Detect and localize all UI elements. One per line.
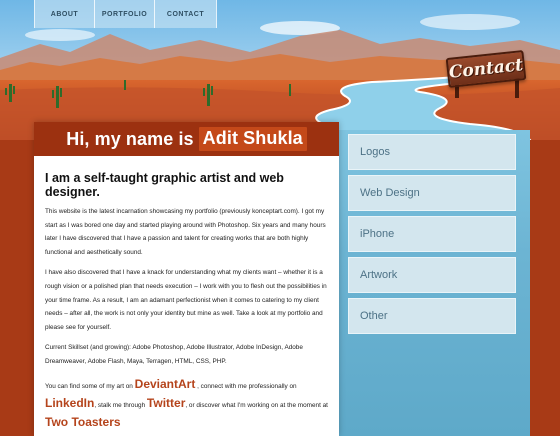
nav-about-link[interactable]: ABOUT [35, 0, 95, 28]
links-text-1: You can find some of my art on [45, 382, 133, 390]
twitter-link[interactable]: Twitter [147, 396, 185, 410]
deviantart-link[interactable]: DeviantArt [135, 377, 196, 391]
category-other[interactable]: Other [348, 298, 516, 334]
intro-banner: Hi, my name is Adit Shukla [34, 122, 339, 156]
category-logos[interactable]: Logos [348, 134, 516, 170]
linkedin-link[interactable]: LinkedIn [45, 396, 94, 410]
category-web-design[interactable]: Web Design [348, 175, 516, 211]
social-links-paragraph: You can find some of my art on DeviantAr… [45, 376, 328, 433]
about-headline: I am a self-taught graphic artist and we… [45, 171, 284, 199]
links-text-4: , or discover what I'm working on at the… [185, 401, 328, 409]
banner-greeting: Hi, my name is [66, 128, 194, 149]
banner-name: Adit Shukla [198, 127, 307, 151]
about-paragraph-1: This website is the latest incarnation s… [45, 208, 326, 256]
contact-sign-label: Contact [448, 55, 524, 83]
nav-contact-link[interactable]: CONTACT [155, 0, 217, 28]
two-toasters-link[interactable]: Two Toasters [45, 415, 121, 429]
contact-sign-button[interactable]: Contact [445, 50, 527, 100]
portfolio-category-sidebar: Logos Web Design iPhone Artwork Other [348, 134, 516, 339]
skillset-paragraph: Current Skillset (and growing): Adobe Ph… [45, 344, 303, 365]
nav-portfolio-link[interactable]: PORTFOLIO [95, 0, 155, 28]
about-paragraph-2: I have also discovered that I have a kna… [45, 269, 327, 331]
about-content-panel: Hi, my name is Adit Shukla I am a self-t… [34, 122, 339, 436]
links-text-2: , connect with me professionally on [197, 382, 297, 390]
category-artwork[interactable]: Artwork [348, 257, 516, 293]
category-iphone[interactable]: iPhone [348, 216, 516, 252]
about-body: I am a self-taught graphic artist and we… [34, 156, 339, 433]
links-text-3: , stalk me through [94, 401, 146, 409]
top-navigation: ABOUT PORTFOLIO CONTACT [34, 0, 217, 28]
